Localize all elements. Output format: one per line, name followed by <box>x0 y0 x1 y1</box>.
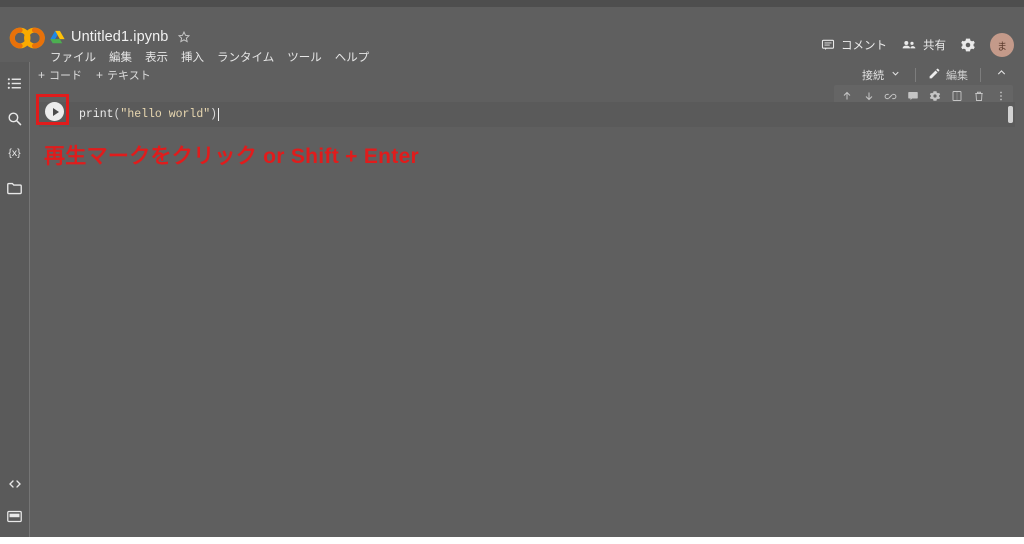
share-button[interactable]: 共有 <box>901 37 946 53</box>
code-cell[interactable]: print("hello world") <box>36 85 1015 127</box>
people-share-icon <box>901 37 917 53</box>
share-button-label: 共有 <box>923 40 946 52</box>
code-token-paren-close: ) <box>210 108 218 121</box>
code-token-string: "hello world" <box>120 108 211 121</box>
play-triangle <box>52 107 59 116</box>
sidebar-bottom-icons <box>0 475 29 525</box>
pencil-icon <box>928 67 941 83</box>
settings-button[interactable] <box>960 37 976 53</box>
sidebar-item-variables[interactable]: {x} <box>6 144 24 162</box>
cell-settings-button[interactable] <box>928 90 941 103</box>
sidebar-item-terminal[interactable] <box>6 507 24 525</box>
code-editor-line[interactable]: print("hello world") <box>79 102 220 127</box>
plus-icon: + <box>96 68 104 82</box>
sidebar-top-icons: {x} <box>0 74 29 197</box>
toolbar-divider <box>915 68 916 82</box>
comment-button-label: コメント <box>841 40 887 52</box>
comment-button[interactable]: コメント <box>821 37 887 53</box>
window-top-edge <box>0 0 1024 7</box>
toolbar-right-actions: 接続 編集 <box>854 65 1016 85</box>
mirror-cell-button[interactable] <box>950 90 963 103</box>
left-sidebar: {x} <box>0 62 30 537</box>
collapse-toolbar-button[interactable] <box>987 66 1016 84</box>
avatar[interactable]: ま <box>990 33 1014 57</box>
add-code-cell-label: コード <box>49 70 83 82</box>
connect-button[interactable]: 接続 <box>854 67 909 83</box>
comment-icon <box>821 38 835 52</box>
header-actions: コメント 共有 ま <box>821 33 1014 57</box>
document-title[interactable]: Untitled1.ipynb <box>71 29 168 45</box>
google-drive-icon <box>50 30 65 44</box>
add-text-cell-button[interactable]: + テキスト <box>96 67 151 83</box>
colab-co-logo[interactable] <box>8 25 48 51</box>
window-bottom-edge <box>0 537 1024 544</box>
more-options-button[interactable] <box>994 90 1007 103</box>
edit-mode-button[interactable]: 編集 <box>922 67 974 83</box>
colab-window: Untitled1.ipynb ファイル 編集 表示 挿入 ランタイム ツール … <box>0 0 1024 544</box>
play-circle-icon[interactable] <box>45 102 64 121</box>
text-caret <box>218 108 220 121</box>
add-text-cell-label: テキスト <box>107 70 151 82</box>
document-title-row[interactable]: Untitled1.ipynb <box>50 26 191 48</box>
toolbar-divider <box>980 68 981 82</box>
code-cell-body[interactable]: print("hello world") <box>36 94 1015 127</box>
chevron-down-icon <box>890 68 901 82</box>
sidebar-item-toc[interactable] <box>6 74 24 92</box>
star-outline-icon[interactable] <box>177 30 191 44</box>
sidebar-item-search[interactable] <box>6 109 24 127</box>
code-token-paren-open: ( <box>113 108 121 121</box>
notebook-area: print("hello world") 再生マークをクリック or Shift… <box>30 85 1024 537</box>
chevron-up-icon <box>995 66 1008 84</box>
move-cell-up-button[interactable] <box>840 90 853 103</box>
cell-scrollbar[interactable] <box>1008 106 1013 123</box>
variables-icon: {x} <box>8 147 21 159</box>
copy-cell-link-button[interactable] <box>884 90 897 103</box>
gear-icon <box>960 37 976 53</box>
plus-icon: + <box>38 68 46 82</box>
run-button-highlight-box <box>36 94 69 125</box>
sidebar-item-files[interactable] <box>6 179 24 197</box>
app-header: Untitled1.ipynb ファイル 編集 表示 挿入 ランタイム ツール … <box>0 7 1024 64</box>
edit-mode-label: 編集 <box>946 70 968 82</box>
sidebar-item-snippets[interactable] <box>6 475 24 493</box>
add-comment-button[interactable] <box>906 90 919 103</box>
add-cell-buttons: + コード + テキスト <box>38 67 151 83</box>
delete-cell-button[interactable] <box>972 90 985 103</box>
code-token-name: print <box>79 108 114 121</box>
add-code-cell-button[interactable]: + コード <box>38 67 82 83</box>
move-cell-down-button[interactable] <box>862 90 875 103</box>
connect-label: 接続 <box>862 70 884 82</box>
annotation-text: 再生マークをクリック or Shift + Enter <box>44 145 420 168</box>
